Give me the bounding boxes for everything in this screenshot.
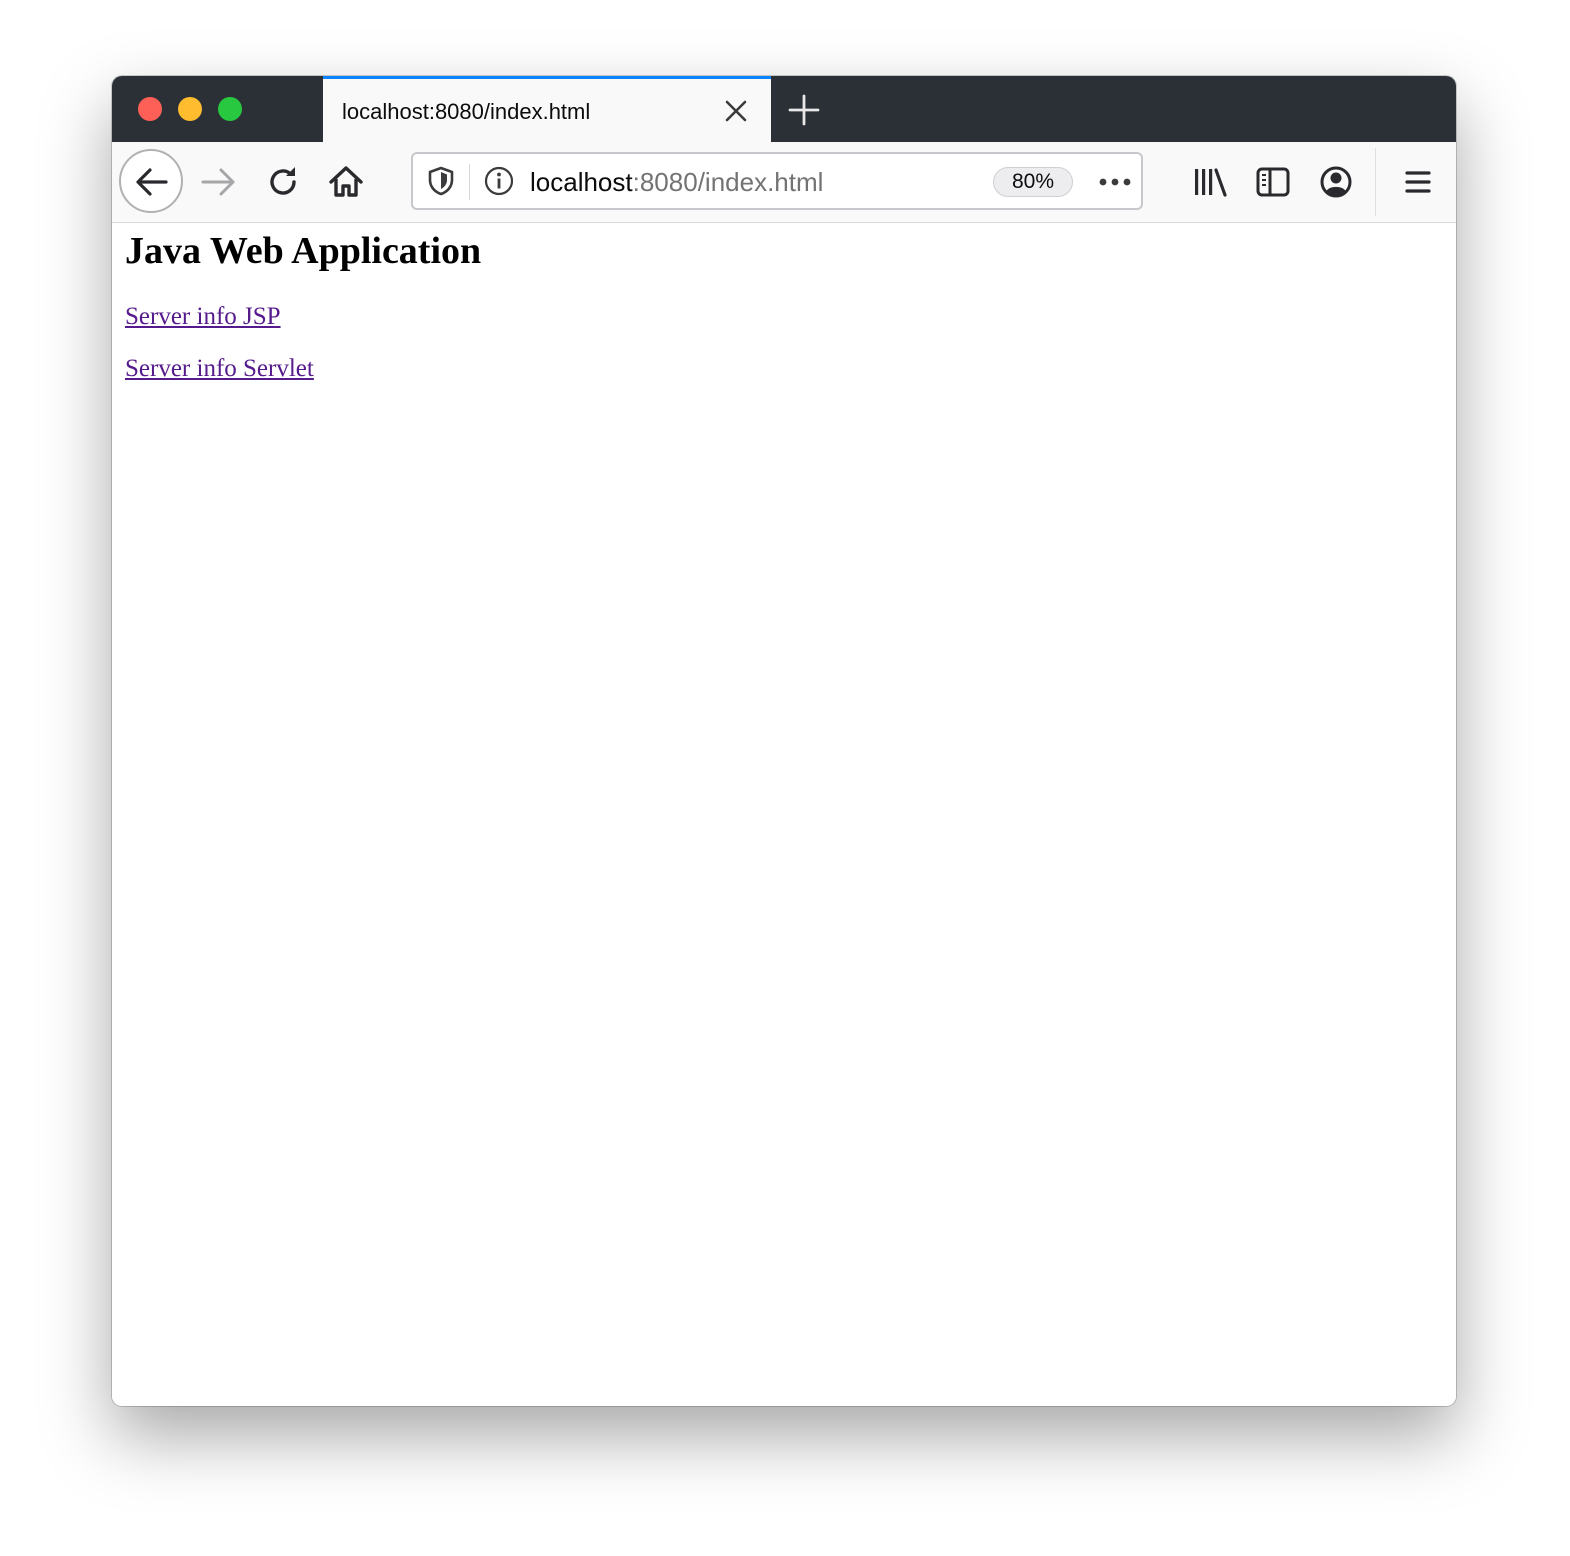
- address-bar[interactable]: localhost:8080/index.html 80%: [411, 152, 1143, 210]
- minimize-window-button[interactable]: [178, 97, 202, 121]
- url-host: localhost: [530, 167, 633, 197]
- tab-strip: localhost:8080/index.html: [112, 76, 1456, 142]
- close-window-button[interactable]: [138, 97, 162, 121]
- forward-button[interactable]: [199, 162, 239, 202]
- site-info-icon[interactable]: [483, 165, 515, 202]
- close-icon[interactable]: [723, 98, 749, 124]
- navigation-toolbar: localhost:8080/index.html 80%: [112, 142, 1456, 223]
- back-arrow-icon: [136, 168, 168, 196]
- sidebar-button[interactable]: [1253, 162, 1293, 202]
- home-icon: [329, 166, 363, 197]
- library-button[interactable]: [1191, 162, 1231, 202]
- zoom-badge[interactable]: 80%: [993, 167, 1073, 197]
- account-icon: [1320, 166, 1352, 198]
- server-info-servlet-link[interactable]: Server info Servlet: [125, 355, 314, 383]
- tracking-shield-icon[interactable]: [425, 165, 457, 202]
- tab-title: localhost:8080/index.html: [342, 99, 591, 124]
- reload-button[interactable]: [263, 162, 303, 202]
- library-icon: [1195, 168, 1227, 197]
- plus-icon[interactable]: [787, 93, 821, 127]
- hamburger-menu-icon: [1405, 171, 1431, 193]
- server-info-jsp-link[interactable]: Server info JSP: [125, 303, 281, 331]
- account-button[interactable]: [1316, 162, 1356, 202]
- page-actions-icon[interactable]: [1097, 168, 1133, 201]
- toolbar-separator: [1375, 148, 1376, 216]
- url-text: localhost:8080/index.html: [530, 167, 823, 198]
- url-path: :8080/index.html: [632, 167, 824, 197]
- page-title: Java Web Application: [125, 230, 482, 272]
- zoom-window-button[interactable]: [218, 97, 242, 121]
- home-button[interactable]: [326, 162, 366, 202]
- reload-icon: [270, 167, 296, 195]
- back-button[interactable]: [119, 149, 183, 213]
- forward-arrow-icon: [201, 168, 235, 196]
- sidebar-icon: [1256, 167, 1290, 197]
- urlbar-separator: [469, 164, 470, 200]
- tab-active[interactable]: localhost:8080/index.html: [323, 76, 771, 142]
- browser-window: localhost:8080/index.html localhost:8080…: [112, 76, 1456, 1406]
- menu-button[interactable]: [1398, 162, 1438, 202]
- page-content: Java Web Application Server info JSP Ser…: [112, 223, 1456, 1406]
